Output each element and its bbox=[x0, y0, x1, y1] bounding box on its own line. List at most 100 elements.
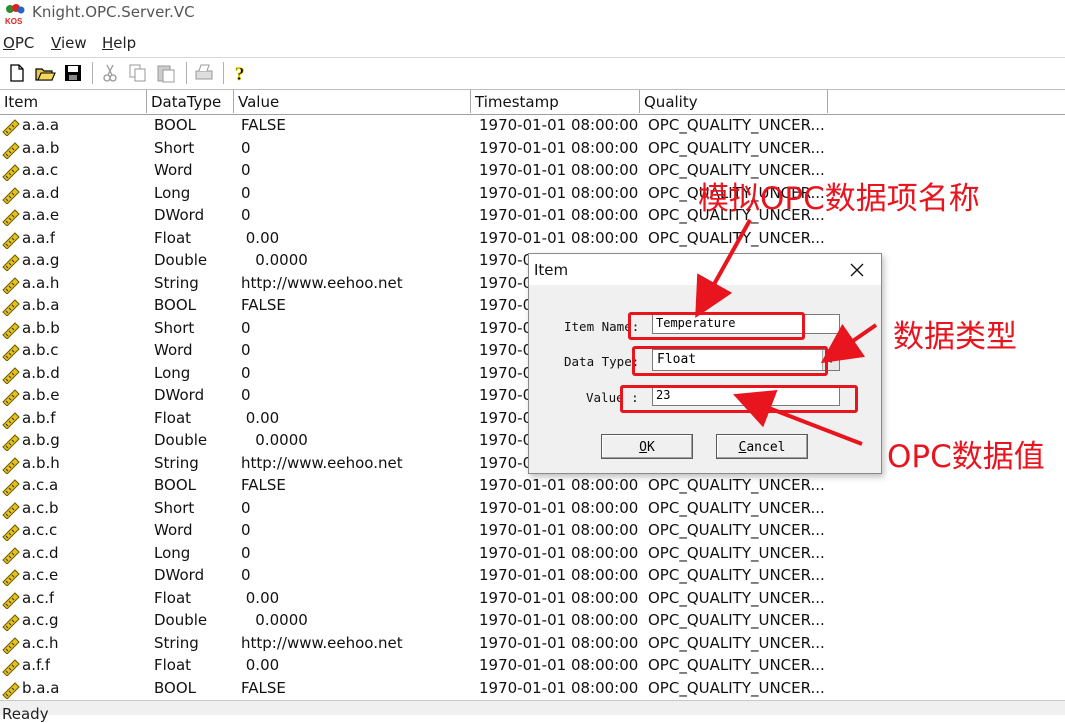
title-bar: KOS Knight.OPC.Server.VC bbox=[0, 0, 1065, 30]
tag-item-icon bbox=[2, 366, 20, 384]
table-row[interactable]: a.c.a BOOL FALSE 1970-01-01 08:00:00 OPC_QUA… bbox=[0, 475, 1065, 498]
table-row[interactable]: a.c.f Float 0.00 1970-01-01 08:00:00 OPC_QU… bbox=[0, 588, 1065, 611]
paste-icon[interactable] bbox=[155, 62, 177, 84]
toolbar: ? bbox=[0, 57, 1065, 90]
cell-type: Float bbox=[154, 656, 192, 674]
cell-quality: OPC_QUALITY_UNCER... bbox=[648, 498, 825, 517]
cell-ts: 1970-01-01 08:00:00 bbox=[479, 521, 639, 539]
tag-item-icon bbox=[2, 636, 20, 654]
cell-type: Float bbox=[154, 588, 192, 607]
cell-type: String bbox=[154, 273, 199, 292]
tag-item-icon bbox=[2, 591, 20, 609]
annotation-box-value bbox=[620, 385, 858, 413]
cell-item: a.b.g bbox=[22, 431, 60, 449]
menu-help[interactable]: Help bbox=[102, 34, 136, 52]
tag-item-icon bbox=[2, 501, 20, 519]
cell-type: Long bbox=[154, 543, 191, 562]
print-icon[interactable] bbox=[193, 62, 215, 84]
cell-type: Short bbox=[154, 318, 195, 337]
svg-text:KOS: KOS bbox=[5, 17, 23, 25]
save-icon[interactable] bbox=[62, 62, 84, 84]
cell-ts: 1970-01-01 08:00:00 bbox=[479, 206, 639, 224]
cell-ts: 1970-0 bbox=[479, 318, 533, 337]
cut-icon[interactable] bbox=[99, 62, 121, 84]
open-folder-icon[interactable] bbox=[34, 62, 56, 84]
cell-ts: 1970-01-01 08:00:00 bbox=[479, 498, 639, 517]
cell-item: a.c.b bbox=[22, 498, 59, 517]
tag-item-icon bbox=[2, 456, 20, 474]
cell-type: Word bbox=[154, 341, 193, 359]
cancel-button[interactable]: Cancel bbox=[716, 434, 808, 459]
toolbar-separator bbox=[223, 62, 225, 84]
cell-quality: OPC_QUALITY_UNCER... bbox=[648, 611, 825, 629]
cell-type: BOOL bbox=[154, 116, 196, 134]
new-file-icon[interactable] bbox=[6, 62, 28, 84]
cell-ts: 1970-0 bbox=[479, 386, 533, 404]
cell-type: Short bbox=[154, 498, 195, 517]
cell-item: a.a.f bbox=[22, 228, 56, 247]
cell-value: 0 bbox=[241, 318, 251, 337]
tag-item-icon bbox=[2, 231, 20, 249]
column-header-timestamp[interactable]: Timestamp bbox=[471, 90, 640, 113]
tag-item-icon bbox=[2, 681, 20, 699]
table-row[interactable]: a.c.h String http://www.eehoo.net 1970-01-0… bbox=[0, 633, 1065, 656]
ok-button[interactable]: OK bbox=[601, 434, 693, 459]
cell-ts: 1970-0 bbox=[479, 408, 533, 427]
cell-type: String bbox=[154, 453, 199, 472]
table-row[interactable]: a.c.e DWord 0 1970-01-01 08:00:00 OPC_QUALIT… bbox=[0, 565, 1065, 588]
cell-type: Long bbox=[154, 183, 191, 202]
table-row[interactable]: b.a.a BOOL FALSE 1970-01-01 08:00:00 OPC_QUA… bbox=[0, 678, 1065, 701]
cell-quality: OPC_QUALITY_UNCER... bbox=[648, 633, 825, 652]
table-row[interactable]: a.a.a BOOL FALSE 1970-01-01 08:00:00 OPC_QUA… bbox=[0, 115, 1065, 138]
cell-item: a.c.c bbox=[22, 521, 58, 539]
cell-value: http://www.eehoo.net bbox=[241, 633, 403, 652]
column-header-quality[interactable]: Quality bbox=[640, 90, 828, 113]
cell-item: a.c.h bbox=[22, 633, 59, 652]
annotation-box-type bbox=[632, 346, 828, 376]
tag-item-icon bbox=[2, 389, 20, 406]
table-row[interactable]: a.c.d Long 0 1970-01-01 08:00:00 OPC_QUALITY… bbox=[0, 543, 1065, 566]
tag-item-icon bbox=[2, 321, 20, 339]
table-row[interactable]: a.c.g Double 0.0000 1970-01-01 08:00:00 OPC… bbox=[0, 610, 1065, 633]
tag-item-icon bbox=[2, 164, 20, 181]
table-row[interactable]: a.a.f Float 0.00 1970-01-01 08:00:00 OPC_QU… bbox=[0, 228, 1065, 251]
cell-item: a.b.e bbox=[22, 386, 60, 404]
cell-ts: 1970-01-01 08:00:00 bbox=[479, 228, 639, 247]
cell-item: a.b.a bbox=[22, 296, 60, 314]
toolbar-separator bbox=[186, 62, 188, 84]
cell-item: a.c.e bbox=[22, 566, 59, 584]
cell-value: 0.00 bbox=[241, 408, 280, 427]
tag-item-icon bbox=[2, 479, 20, 496]
window-title: Knight.OPC.Server.VC bbox=[32, 3, 195, 21]
cell-item: a.a.e bbox=[22, 206, 60, 224]
cell-type: Long bbox=[154, 363, 191, 382]
cell-quality: OPC_QUALITY_UNCER... bbox=[648, 476, 825, 494]
column-header-datatype[interactable]: DataType bbox=[147, 90, 234, 113]
cell-value: http://www.eehoo.net bbox=[241, 453, 403, 472]
table-row[interactable]: a.f.f Float 0.00 1970-01-01 08:00:00 OPC_QU… bbox=[0, 655, 1065, 678]
close-icon[interactable] bbox=[847, 260, 867, 280]
tag-item-icon bbox=[2, 186, 20, 204]
table-row[interactable]: a.a.b Short 0 1970-01-01 08:00:00 OPC_QUALIT… bbox=[0, 138, 1065, 161]
cell-ts: 1970-01-01 08:00:00 bbox=[479, 183, 639, 202]
tag-item-icon bbox=[2, 524, 20, 541]
cell-type: Double bbox=[154, 431, 208, 449]
menu-view[interactable]: View bbox=[51, 34, 87, 52]
cell-ts: 1970-01-01 08:00:00 bbox=[479, 116, 639, 134]
cell-ts: 1970-0 bbox=[479, 296, 533, 314]
copy-icon[interactable] bbox=[127, 62, 149, 84]
cell-item: a.a.g bbox=[22, 251, 60, 269]
cell-type: Short bbox=[154, 138, 195, 157]
cell-item: a.b.c bbox=[22, 341, 59, 359]
table-row[interactable]: a.c.b Short 0 1970-01-01 08:00:00 OPC_QUALIT… bbox=[0, 498, 1065, 521]
help-icon[interactable]: ? bbox=[230, 62, 252, 84]
cell-type: Word bbox=[154, 521, 193, 539]
column-header-value[interactable]: Value bbox=[234, 90, 471, 113]
column-header-item[interactable]: Item bbox=[0, 90, 147, 113]
cell-ts: 1970-0 bbox=[479, 273, 533, 292]
cell-quality: OPC_QUALITY_UNCER... bbox=[648, 543, 825, 562]
table-row[interactable]: a.c.c Word 0 1970-01-01 08:00:00 OPC_QUALITY… bbox=[0, 520, 1065, 543]
cell-ts: 1970-01-01 08:00:00 bbox=[479, 588, 639, 607]
menu-opc[interactable]: OPC bbox=[3, 34, 34, 52]
tag-item-icon bbox=[2, 659, 20, 676]
